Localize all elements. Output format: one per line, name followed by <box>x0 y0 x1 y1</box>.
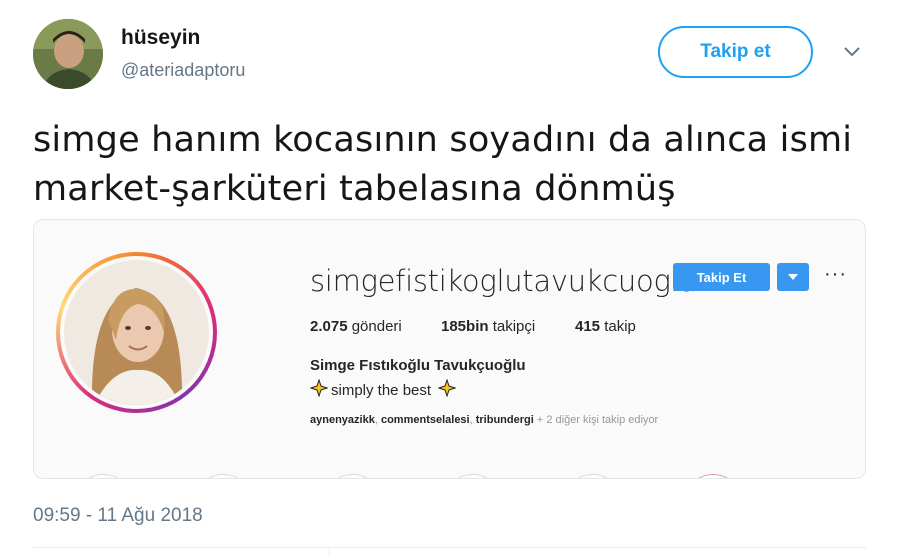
ig-follower-link[interactable]: tribundergi <box>476 414 534 426</box>
ig-username: simgefistikoglutavukcuoglu <box>310 264 697 298</box>
author-name[interactable]: hüseyin <box>121 26 200 50</box>
ig-follow-button[interactable]: Takip Et <box>673 263 770 291</box>
tweet-text-line-1: simge hanım kocasının soyadını da alınca… <box>33 120 853 160</box>
tweet-timestamp[interactable]: 09:59 - 11 Ağu 2018 <box>33 505 203 527</box>
caret-down-icon[interactable] <box>777 263 809 291</box>
ig-follower-link[interactable]: commentselalesi <box>381 414 470 426</box>
story-highlight[interactable] <box>564 474 622 478</box>
ig-bio: simply the best <box>309 378 457 401</box>
chevron-down-icon[interactable] <box>840 40 864 64</box>
follow-button[interactable]: Takip et <box>658 26 813 78</box>
sparkle-icon <box>437 378 457 401</box>
ig-follower-link[interactable]: aynenyazikk <box>310 414 375 426</box>
divider <box>329 547 330 556</box>
story-highlight[interactable] <box>444 474 502 478</box>
tweet-text-line-2: market-şarküteri tabelasına dönmüş <box>33 169 676 209</box>
author-avatar[interactable] <box>33 19 103 89</box>
sparkle-icon <box>309 378 329 401</box>
ig-stat-following[interactable]: 415 takip <box>575 318 636 335</box>
ig-full-name: Simge Fıstıkoğlu Tavukçuoğlu <box>310 357 526 374</box>
attached-image[interactable]: simgefistikoglutavukcuoglu Takip Et ··· … <box>33 219 866 479</box>
story-highlight[interactable] <box>684 474 742 478</box>
ig-followed-by: aynenyazikk, commentselalesi, tribunderg… <box>310 414 659 426</box>
tweet-text: simge hanım kocasının soyadını da alınca… <box>33 116 883 214</box>
profile-picture-ring[interactable] <box>56 252 217 413</box>
ig-followed-more: + 2 diğer kişi takip ediyor <box>536 414 659 426</box>
ig-more-options[interactable]: ··· <box>824 263 847 286</box>
story-highlight[interactable] <box>74 474 132 478</box>
profile-picture <box>64 260 209 405</box>
divider <box>33 547 866 548</box>
ig-stat-followers[interactable]: 185bin takipçi <box>441 318 535 335</box>
ig-stat-posts: 2.075 gönderi <box>310 318 402 335</box>
story-highlight[interactable] <box>194 474 252 478</box>
author-handle[interactable]: @ateriadaptoru <box>121 60 245 81</box>
story-highlight[interactable] <box>324 474 382 478</box>
ig-bio-text: simply the best <box>331 381 432 399</box>
